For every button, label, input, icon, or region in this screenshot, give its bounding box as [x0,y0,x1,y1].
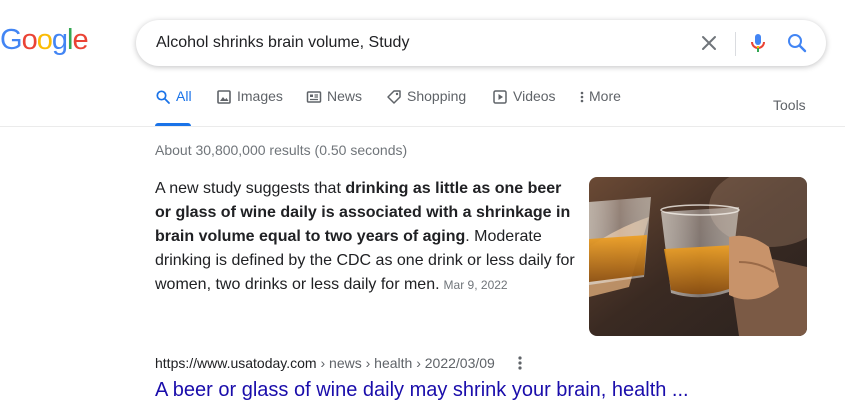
tab-news[interactable]: News [306,88,362,124]
snippet-date: Mar 9, 2022 [443,278,508,292]
logo-letter: g [51,24,68,56]
tab-label: All [176,88,192,104]
search-input[interactable] [156,20,676,66]
tab-videos[interactable]: Videos [492,88,556,124]
logo-letter: e [72,24,88,56]
tab-label: Videos [513,88,556,104]
search-box [136,20,826,66]
tab-label: Images [237,88,283,104]
search-icon [155,89,171,105]
tag-icon [386,89,402,105]
tools-button[interactable]: Tools [773,97,806,113]
tab-label: More [589,88,621,104]
news-icon [306,89,322,105]
logo-letter: G [0,24,23,56]
tab-shopping[interactable]: Shopping [386,88,466,124]
play-icon [492,89,508,105]
featured-snippet-text: A new study suggests that drinking as li… [155,177,575,297]
tab-images[interactable]: Images [216,88,283,124]
clear-icon[interactable] [697,31,721,55]
tab-label: News [327,88,363,104]
result-title-link[interactable]: A beer or glass of wine daily may shrink… [155,379,689,402]
kebab-icon [578,89,586,105]
result-stats: About 30,800,000 results (0.50 seconds) [155,142,408,158]
search-divider [735,32,736,56]
logo-letter: o [36,24,53,56]
tab-label: Shopping [407,88,467,104]
result-url[interactable]: https://www.usatoday.com › news › health… [155,355,495,371]
snippet-text-before: A new study suggests that [155,180,346,197]
image-icon [216,89,232,105]
result-domain: https://www.usatoday.com [155,355,317,371]
search-icon[interactable] [785,31,809,55]
tab-all[interactable]: All [155,88,192,126]
header-divider [0,126,845,127]
google-logo[interactable]: Google [0,24,89,56]
whiskey-glasses-image [589,177,807,336]
tab-more[interactable]: More [578,88,621,124]
snippet-image[interactable] [589,177,807,336]
logo-letter: o [21,24,38,56]
result-breadcrumb: › news › health › 2022/03/09 [316,355,495,371]
kebab-icon[interactable] [514,354,526,372]
microphone-icon[interactable] [746,31,770,55]
